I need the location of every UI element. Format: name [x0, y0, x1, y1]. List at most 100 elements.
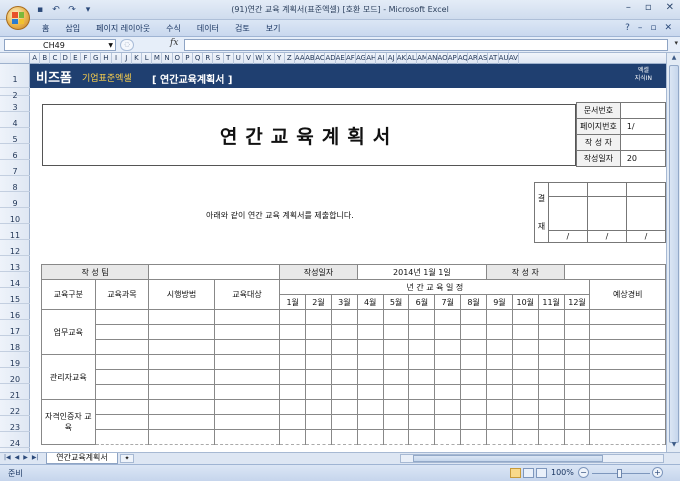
plan-cell[interactable] [382, 399, 410, 415]
plan-cell[interactable] [213, 384, 281, 400]
plan-cell[interactable] [537, 399, 565, 415]
plan-cell[interactable] [356, 429, 384, 445]
column-letter[interactable]: N [162, 53, 173, 64]
plan-cell[interactable] [305, 399, 332, 415]
plan-cell[interactable] [213, 339, 281, 355]
maximize-icon[interactable]: ▫ [645, 2, 652, 13]
date-value[interactable]: 2014년 1월 1일 [356, 264, 488, 280]
plan-cell[interactable] [356, 384, 384, 400]
plan-cell[interactable] [148, 414, 215, 430]
plan-cell[interactable] [213, 399, 281, 415]
row-number[interactable]: 17 [0, 320, 30, 336]
row-number[interactable]: 13 [0, 256, 30, 272]
plan-cell[interactable] [330, 324, 358, 340]
zoom-slider-thumb[interactable] [617, 469, 622, 478]
column-letter[interactable]: B [40, 53, 51, 64]
plan-cell[interactable] [279, 324, 307, 340]
page-layout-view-icon[interactable] [523, 468, 534, 478]
help-icon[interactable]: ? [625, 23, 630, 33]
plan-cell[interactable] [486, 414, 513, 430]
column-letter[interactable]: AG [356, 53, 367, 64]
plan-cell[interactable] [460, 399, 487, 415]
zoom-level[interactable]: 100% [551, 468, 574, 477]
column-letter[interactable]: Y [275, 53, 285, 64]
office-button[interactable] [6, 6, 30, 30]
plan-cell[interactable] [589, 309, 666, 325]
plan-cell[interactable] [279, 384, 307, 400]
last-sheet-icon[interactable]: ▶| [32, 454, 39, 461]
row-number[interactable]: 7 [0, 160, 30, 176]
first-sheet-icon[interactable]: |◀ [4, 454, 11, 461]
plan-cell[interactable] [382, 309, 410, 325]
plan-cell[interactable] [563, 384, 591, 400]
name-box[interactable]: CH49 ▼ [4, 39, 116, 51]
plan-cell[interactable] [356, 354, 384, 370]
column-letter[interactable]: A [30, 53, 41, 64]
row-number[interactable]: 16 [0, 304, 30, 320]
plan-cell[interactable] [434, 414, 462, 430]
row-number[interactable]: 11 [0, 224, 30, 240]
tab-formulas[interactable]: 수식 [166, 23, 181, 34]
plan-cell[interactable] [148, 429, 215, 445]
plan-cell[interactable] [434, 324, 462, 340]
column-letter[interactable]: AI [376, 53, 387, 64]
plan-cell[interactable] [408, 309, 436, 325]
row-number[interactable]: 22 [0, 400, 30, 416]
plan-cell[interactable] [356, 309, 384, 325]
plan-cell[interactable] [94, 384, 150, 400]
formula-input[interactable] [184, 39, 668, 51]
plan-cell[interactable] [148, 384, 215, 400]
plan-cell[interactable] [460, 324, 487, 340]
plan-cell[interactable] [511, 384, 539, 400]
column-letter[interactable]: P [183, 53, 193, 64]
plan-cell[interactable] [486, 309, 513, 325]
plan-cell[interactable] [563, 309, 591, 325]
plan-cell[interactable] [94, 429, 150, 445]
category-cell[interactable]: 업무교육 [41, 309, 96, 355]
plan-cell[interactable] [330, 339, 358, 355]
plan-cell[interactable] [511, 354, 539, 370]
row-number[interactable]: 5 [0, 128, 30, 144]
column-letter[interactable]: R [203, 53, 214, 64]
plan-cell[interactable] [434, 429, 462, 445]
plan-cell[interactable] [148, 324, 215, 340]
column-letter[interactable]: AF [346, 53, 356, 64]
column-letter[interactable]: AN [427, 53, 438, 64]
column-letter[interactable]: AU [499, 53, 509, 64]
approval-sign-cell[interactable] [547, 196, 588, 231]
column-letter[interactable]: AM [417, 53, 428, 64]
plan-cell[interactable] [589, 354, 666, 370]
tab-page-layout[interactable]: 페이지 레이아웃 [96, 23, 150, 34]
plan-cell[interactable] [511, 369, 539, 385]
approval-header-cell[interactable] [625, 182, 666, 197]
plan-cell[interactable] [434, 399, 462, 415]
plan-cell[interactable] [305, 339, 332, 355]
plan-cell[interactable] [511, 339, 539, 355]
plan-cell[interactable] [537, 354, 565, 370]
plan-cell[interactable] [408, 429, 436, 445]
tab-insert[interactable]: 삽입 [65, 23, 80, 34]
plan-cell[interactable] [408, 414, 436, 430]
plan-cell[interactable] [330, 429, 358, 445]
tab-data[interactable]: 데이터 [197, 23, 219, 34]
plan-cell[interactable] [305, 414, 332, 430]
plan-cell[interactable] [408, 399, 436, 415]
plan-cell[interactable] [589, 399, 666, 415]
plan-cell[interactable] [511, 309, 539, 325]
plan-cell[interactable] [213, 369, 281, 385]
row-number[interactable]: 6 [0, 144, 30, 160]
sheet-tab-active[interactable]: 연간교육계획서 [46, 453, 118, 464]
row-number[interactable]: 19 [0, 352, 30, 368]
plan-cell[interactable] [305, 429, 332, 445]
plan-cell[interactable] [460, 354, 487, 370]
plan-cell[interactable] [94, 369, 150, 385]
horizontal-scroll-thumb[interactable] [413, 455, 603, 462]
plan-cell[interactable] [434, 369, 462, 385]
insert-sheet-icon[interactable]: ✦ [120, 454, 134, 463]
info-value[interactable]: 20 [619, 150, 666, 167]
column-letter[interactable]: M [152, 53, 163, 64]
prev-sheet-icon[interactable]: ◀ [15, 454, 20, 461]
select-all-corner[interactable] [0, 53, 30, 64]
column-letter[interactable]: AH [366, 53, 377, 64]
plan-cell[interactable] [460, 309, 487, 325]
